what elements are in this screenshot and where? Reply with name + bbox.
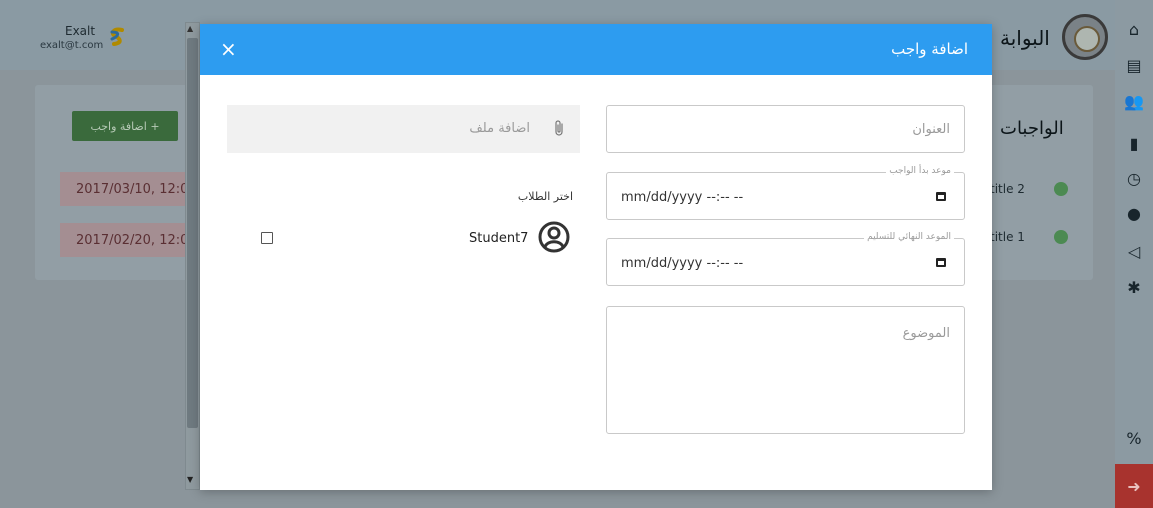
calendar-clock-icon[interactable]: ◷ xyxy=(1115,163,1153,193)
row-date[interactable]: 2017/02/20, 12:00 xyxy=(60,223,200,257)
due-date-value: mm/dd/yyyy --:-- -- xyxy=(621,256,744,271)
due-date-label: الموعد النهائي للتسليم xyxy=(864,232,954,242)
scroll-up-arrow[interactable]: ▲ xyxy=(187,24,193,33)
title-placeholder: العنوان xyxy=(912,122,950,137)
page-heading: الواجبات xyxy=(1000,118,1064,139)
paperclip-icon xyxy=(555,120,563,136)
calendar-icon[interactable] xyxy=(936,258,946,267)
scroll-down-arrow[interactable]: ▼ xyxy=(187,475,193,484)
user-email: exalt@t.com xyxy=(40,40,104,51)
scrollbar-thumb[interactable] xyxy=(187,38,198,428)
logout-button[interactable]: ➜ xyxy=(1115,464,1153,508)
company-logo xyxy=(110,27,124,46)
user-name: Exalt xyxy=(65,24,96,38)
students-label: اختر الطلاب xyxy=(517,190,573,203)
home-icon[interactable]: ⌂ xyxy=(1115,14,1153,44)
modal-title: اضافة واجب xyxy=(891,40,968,58)
start-date-value: mm/dd/yyyy --:-- -- xyxy=(621,190,744,205)
status-dot xyxy=(1054,182,1068,196)
modal-header: اضافة واجب × xyxy=(200,24,992,75)
start-date-label: موعد بدأ الواجب xyxy=(886,166,954,176)
file-placeholder: اضافة ملف xyxy=(469,121,530,136)
row-date[interactable]: 2017/03/10, 12:00 xyxy=(60,172,200,206)
portal-logo[interactable] xyxy=(1062,14,1108,60)
users-icon[interactable]: 👥 xyxy=(1115,86,1153,116)
file-upload-field[interactable]: اضافة ملف xyxy=(227,105,580,153)
due-date-input[interactable]: الموعد النهائي للتسليم mm/dd/yyyy --:-- … xyxy=(606,232,965,286)
portal-title: البوابة xyxy=(1000,26,1050,50)
start-date-input[interactable]: موعد بدأ الواجب mm/dd/yyyy --:-- -- xyxy=(606,166,965,220)
user-avatar-icon xyxy=(538,221,570,253)
title-input[interactable]: العنوان xyxy=(606,105,965,153)
alert-icon[interactable]: ● xyxy=(1115,198,1153,228)
status-dot xyxy=(1054,230,1068,244)
close-button[interactable]: × xyxy=(220,37,240,61)
document-icon[interactable]: ▤ xyxy=(1115,50,1153,80)
student-checkbox[interactable] xyxy=(261,232,273,244)
gear-icon[interactable]: ✱ xyxy=(1115,272,1153,302)
megaphone-icon[interactable]: ◁ xyxy=(1115,236,1153,266)
subject-placeholder: الموضوع xyxy=(902,326,950,341)
books-icon[interactable]: ▮ xyxy=(1115,128,1153,158)
subject-textarea[interactable]: الموضوع xyxy=(606,306,965,434)
row-title[interactable]: title 1 xyxy=(990,230,1025,244)
percent-icon[interactable]: % xyxy=(1115,423,1153,453)
student-name: Student7 xyxy=(469,231,529,246)
sidebar: ⌂ ▤ 👥 ▮ ◷ ● ◁ ✱ % xyxy=(1115,0,1153,508)
row-title[interactable]: title 2 xyxy=(990,182,1025,196)
add-homework-modal: اضافة واجب × العنوان موعد بدأ الواجب mm/… xyxy=(200,24,992,490)
add-homework-button[interactable]: + اضافة واجب xyxy=(72,111,178,141)
calendar-icon[interactable] xyxy=(936,192,946,201)
